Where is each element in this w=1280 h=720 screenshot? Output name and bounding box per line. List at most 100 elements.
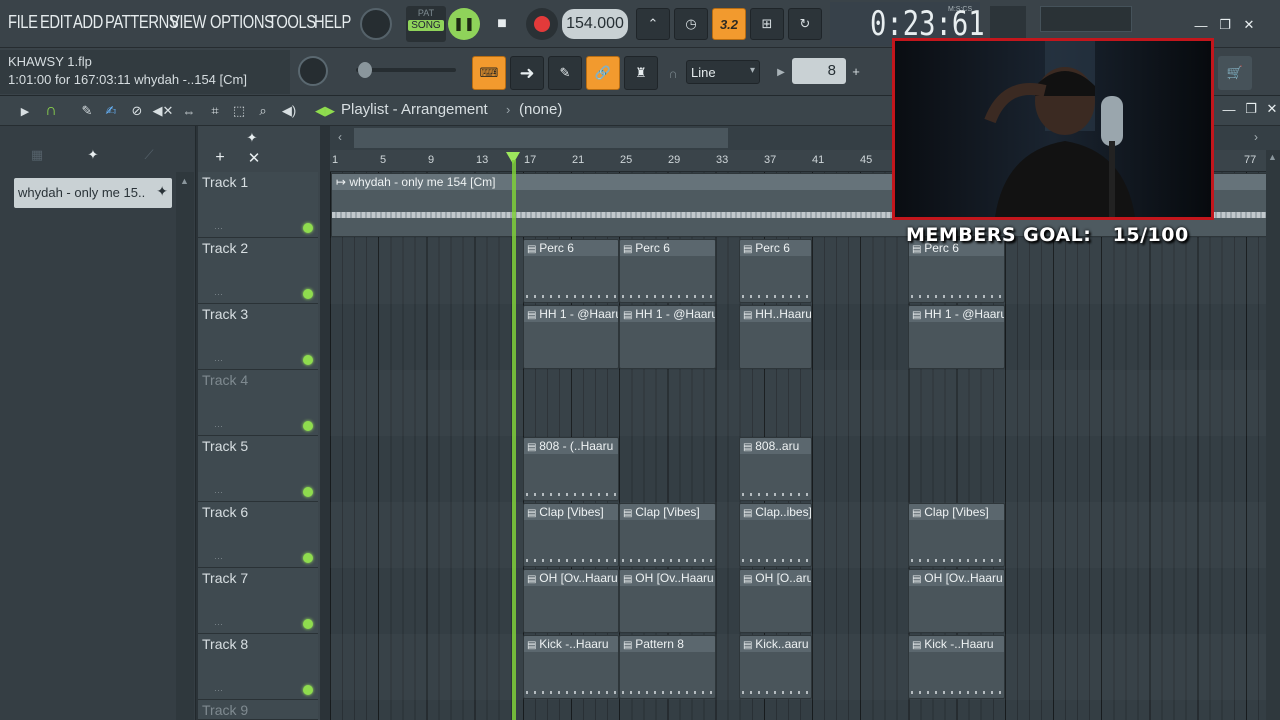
pattern-clip[interactable]: Clap..ibes] [739,503,812,567]
metronome-icon[interactable]: ⌃ [636,8,670,40]
pattern-clip[interactable]: HH 1 - @Haaru [523,305,619,369]
typing-keyboard-icon[interactable]: ⌨ [472,56,506,90]
pause-button[interactable]: ❚❚ [448,8,480,40]
stop-button[interactable]: ■ [486,8,518,40]
master-volume-knob[interactable] [360,8,392,40]
selected-clip-source[interactable]: whydah - only me 15.. ✦ [14,178,172,208]
overview-wave-icon[interactable]: ✦ [240,128,264,148]
step-edit-icon[interactable]: ⊞ [750,8,784,40]
left-scrollbar[interactable]: ▲ [176,172,194,720]
pattern-clip[interactable]: Clap [Vibes] [523,503,619,567]
tempo-display[interactable]: 154.000 [562,9,628,39]
track-header-3[interactable]: Track 3 ··· [198,304,318,370]
master-pitch-slider[interactable] [356,62,456,78]
delete-tool-icon[interactable]: ⊘ [126,100,148,122]
audio-wave-icon[interactable]: ✦ [80,144,106,166]
piano-icon[interactable]: ▦ [26,144,48,166]
pattern-clip[interactable]: OH [Ov..Haaru [523,569,619,633]
playback-tool-icon[interactable]: ◀) [278,100,300,122]
playlist-close-icon[interactable]: ✕ [1264,100,1280,118]
playlist-minimize-icon[interactable]: — [1220,100,1238,118]
pattern-clip[interactable]: 808..aru [739,437,812,501]
pattern-clip[interactable]: Pattern 8 [619,635,716,699]
track-header-7[interactable]: Track 7 ··· [198,568,318,634]
paint-tool-icon[interactable]: ✍ [100,100,122,122]
pat-song-switch[interactable]: PAT SONG [406,6,446,42]
menu-edit[interactable]: EDIT [40,12,72,33]
play-arrow-icon[interactable]: ▶ [774,64,788,80]
pattern-clip[interactable]: Clap [Vibes] [619,503,716,567]
track-enable-led[interactable] [303,421,313,431]
arrow-right-icon[interactable]: ➜ [510,56,544,90]
magnet-icon[interactable]: ∩ [40,100,62,122]
track-enable-led[interactable] [303,619,313,629]
pattern-clip[interactable]: Perc 6 [908,239,1005,303]
pattern-clip[interactable]: OH [Ov..Haaru [619,569,716,633]
pattern-clip[interactable]: Clap [Vibes] [908,503,1005,567]
menu-tools[interactable]: TOOLS [268,12,316,33]
pattern-clip[interactable]: OH [O..aru [739,569,812,633]
track-header-8[interactable]: Track 8 ··· [198,634,318,700]
track-enable-led[interactable] [303,355,313,365]
shop-cart-icon[interactable]: 🛒 [1218,56,1252,90]
pattern-selector[interactable]: (none) [519,101,562,118]
minimize-icon[interactable]: — [1190,14,1212,36]
pattern-clip[interactable]: Kick..aaru [739,635,812,699]
link-icon[interactable]: 🔗 [586,56,620,90]
lock-icon[interactable]: ∩ [664,64,682,82]
pattern-clip[interactable]: HH 1 - @Haaru [619,305,716,369]
close-icon[interactable]: ✕ [1238,14,1260,36]
scroll-right-icon[interactable]: › [1254,130,1258,144]
pattern-clip[interactable]: HH..Haaru [739,305,812,369]
slip-tool-icon[interactable]: ⇔ [178,100,200,122]
track-header-1[interactable]: Track 1 ··· [198,172,318,238]
loop-record-icon[interactable]: ↻ [788,8,822,40]
pitch-knob[interactable] [298,56,328,86]
scroll-left-icon[interactable]: ‹ [338,130,342,144]
menu-options[interactable]: OPTIONS [210,12,274,33]
overview-viewport[interactable] [354,128,728,148]
pattern-clip[interactable]: 808 - (..Haaru [523,437,619,501]
playlist-menu-arrow-icon[interactable]: ▶ [18,102,32,120]
select-tool-icon[interactable]: ⬚ [228,100,250,122]
menu-add[interactable]: ADD [73,12,103,33]
track-header-6[interactable]: Track 6 ··· [198,502,318,568]
record-button[interactable] [526,8,558,40]
pattern-clip[interactable]: Kick -..Haaru [523,635,619,699]
slice-tool-icon[interactable]: ⌗ [204,100,226,122]
add-track-icon[interactable]: + [208,148,232,168]
pattern-clip[interactable]: Perc 6 [523,239,619,303]
pattern-clip[interactable]: Kick -..Haaru [908,635,1005,699]
pattern-clip[interactable]: Perc 6 [739,239,812,303]
pattern-clip[interactable]: Perc 6 [619,239,716,303]
plus-icon[interactable]: + [848,62,864,80]
track-header-4[interactable]: Track 4 ··· [198,370,318,436]
restore-icon[interactable]: ❐ [1214,14,1236,36]
track-enable-led[interactable] [303,223,313,233]
snap-selector[interactable]: Line ▾ [686,60,760,84]
menu-help[interactable]: HELP [314,12,351,33]
track-header-9[interactable]: Track 9 [198,700,318,720]
stamp-icon[interactable]: ♜ [624,56,658,90]
playlist-play-icon[interactable]: ◀▶ [314,100,336,122]
menu-patterns[interactable]: PATTERNS [105,12,179,33]
right-scrollbar[interactable]: ▲ [1266,150,1280,720]
track-enable-led[interactable] [303,289,313,299]
track-enable-led[interactable] [303,487,313,497]
pattern-clip[interactable]: HH 1 - @Haaru [908,305,1005,369]
menu-file[interactable]: FILE [8,12,38,33]
draw-tool-icon[interactable]: ✎ [76,100,98,122]
remove-track-icon[interactable]: ✕ [242,148,266,168]
countdown-button[interactable]: 3.2 [712,8,746,40]
track-enable-led[interactable] [303,685,313,695]
pattern-clip[interactable]: OH [Ov..Haaru [908,569,1005,633]
zoom-tool-icon[interactable]: ⌕ [252,100,274,122]
menu-view[interactable]: VIEW [170,12,207,33]
track-enable-led[interactable] [303,553,313,563]
step-value-field[interactable]: 8 [792,58,846,84]
track-header-5[interactable]: Track 5 ··· [198,436,318,502]
automation-icon[interactable]: ⟋ [138,144,160,166]
playlist-restore-icon[interactable]: ❐ [1242,100,1260,118]
track-header-2[interactable]: Track 2 ··· [198,238,318,304]
pencil-icon[interactable]: ✎ [548,56,582,90]
